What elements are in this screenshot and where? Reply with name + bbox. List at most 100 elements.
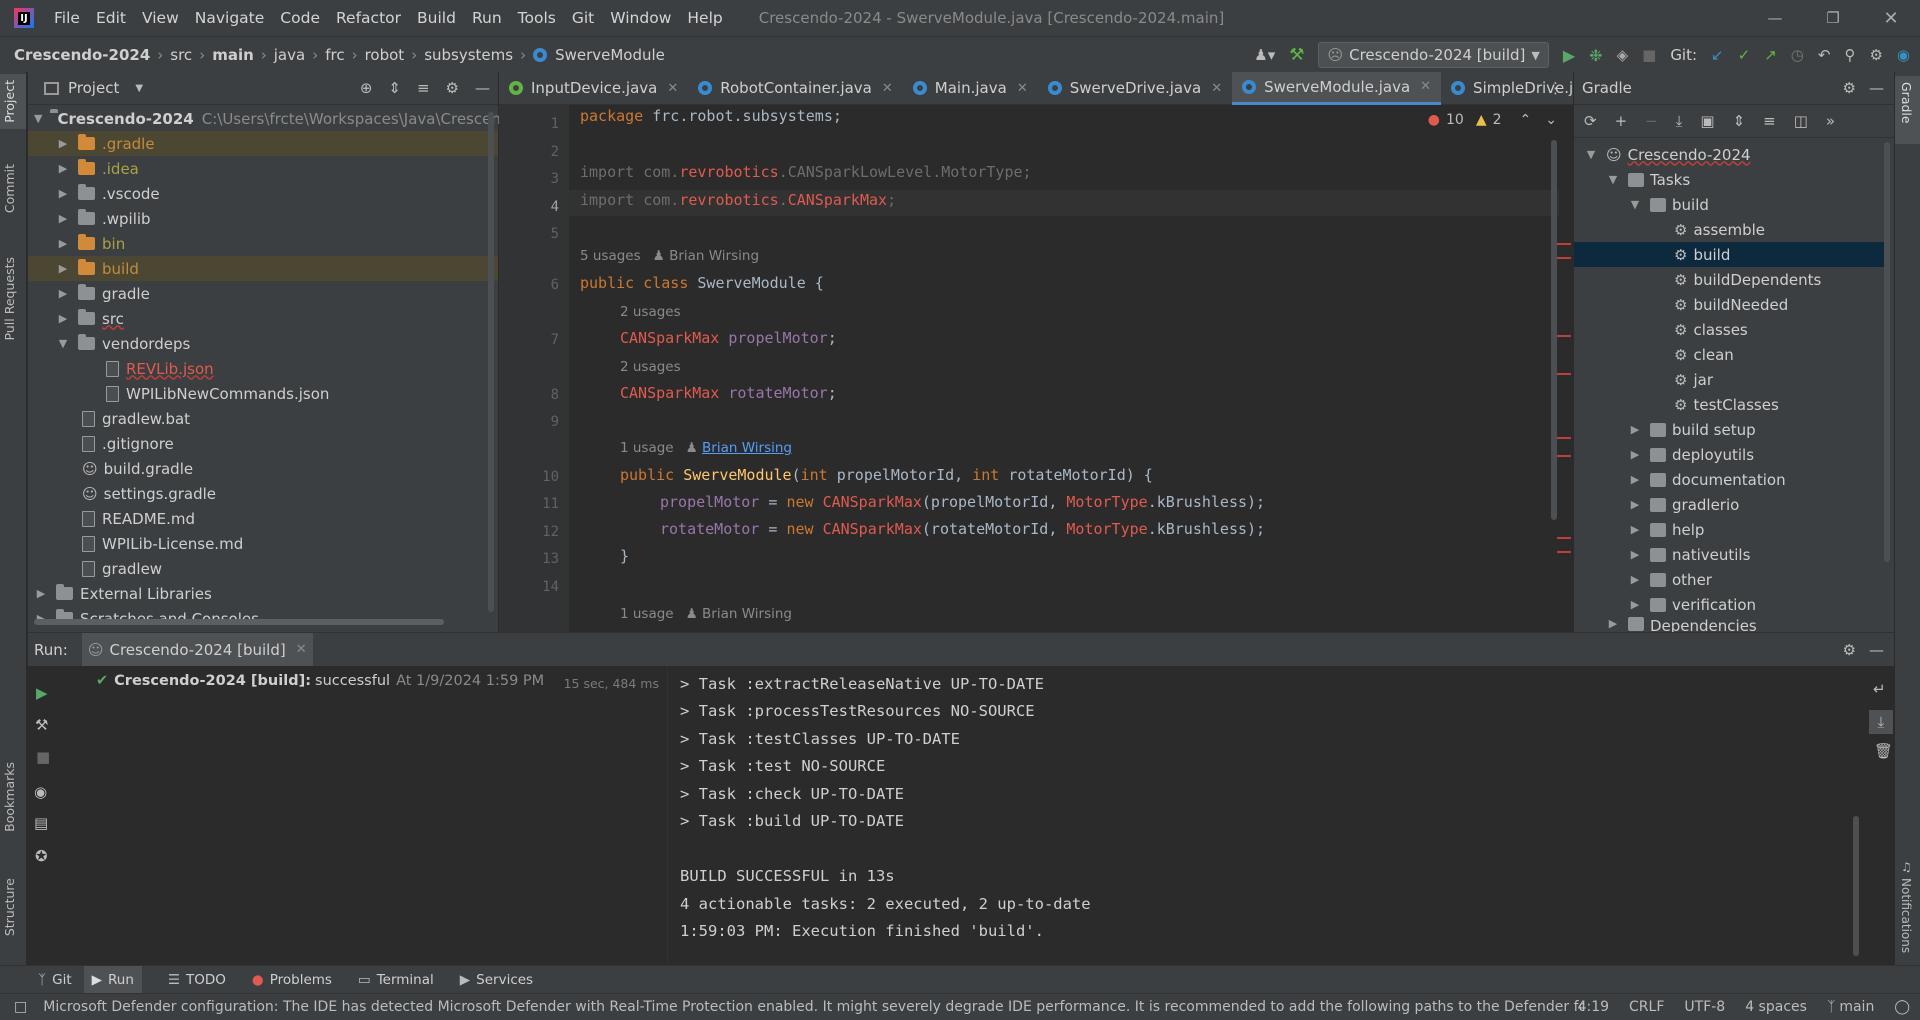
usages-hint[interactable]: 5 usages <box>580 248 641 264</box>
author-hint[interactable]: Brian Wirsing <box>669 248 759 264</box>
close-icon[interactable]: ✕ <box>667 81 678 96</box>
hide-icon[interactable]: — <box>475 79 490 97</box>
tree-item-build-gradle[interactable]: ☺ build.gradle <box>82 456 193 481</box>
project-panel-title[interactable]: Project <box>68 79 119 97</box>
breadcrumb-item[interactable]: main <box>212 46 254 64</box>
minimize-icon[interactable]: — <box>1746 9 1804 27</box>
breadcrumb-item[interactable]: src <box>170 46 192 64</box>
usages-hint[interactable]: 2 usages <box>620 304 681 320</box>
gradle-group-build[interactable]: ▼ build <box>1628 192 1709 217</box>
gradle-task[interactable]: ⚙ assemble <box>1674 217 1765 242</box>
history-icon[interactable]: ◷ <box>1791 46 1804 64</box>
debug-icon[interactable]: ❉ <box>1589 46 1602 65</box>
usages-hint[interactable]: 1 usage <box>620 440 674 456</box>
gradle-group[interactable]: ▶ nativeutils <box>1628 542 1751 567</box>
panel-toggle-icon[interactable]: □ <box>14 999 27 1015</box>
line-separator[interactable]: CRLF <box>1629 999 1664 1015</box>
tree-item-wpilib-commands[interactable]: WPILibNewCommands.json <box>106 381 329 406</box>
tree-item-readme[interactable]: README.md <box>82 506 195 531</box>
close-icon[interactable]: ✕ <box>1017 81 1028 96</box>
collapse-all-icon[interactable]: ≡ <box>417 79 430 97</box>
remove-icon[interactable]: − <box>1645 112 1658 130</box>
stop-icon[interactable]: ■ <box>1642 46 1656 64</box>
gradle-task[interactable]: ⚙ buildNeeded <box>1674 292 1788 317</box>
breadcrumb-item[interactable]: robot <box>365 46 405 64</box>
tree-item-wpilib[interactable]: ▶ .wpilib <box>56 206 151 231</box>
menu-git[interactable]: Git <box>572 9 594 27</box>
menu-navigate[interactable]: Navigate <box>195 9 265 27</box>
user-icon[interactable]: ♟▾ <box>1254 46 1275 64</box>
menu-code[interactable]: Code <box>280 9 320 27</box>
vertical-scrollbar[interactable] <box>488 112 494 612</box>
gradle-group[interactable]: ▶ gradlerio <box>1628 492 1740 517</box>
gradle-scrollbar[interactable] <box>1884 142 1890 562</box>
gradle-task[interactable]: ⚙ clean <box>1674 342 1734 367</box>
usages-hint[interactable]: 1 usage <box>620 606 674 622</box>
trash-icon[interactable]: 🗑 <box>1874 742 1893 760</box>
status-message[interactable]: Microsoft Defender configuration: The ID… <box>43 999 1583 1015</box>
menu-view[interactable]: View <box>142 9 179 27</box>
file-encoding[interactable]: UTF-8 <box>1684 999 1725 1015</box>
chevron-down-icon[interactable]: ⌄ <box>1545 112 1557 128</box>
gradle-task[interactable]: ⚙ buildDependents <box>1674 267 1821 292</box>
git-push-icon[interactable]: ↗ <box>1764 46 1777 64</box>
download-icon[interactable]: ⤓ <box>1676 112 1683 130</box>
add-icon[interactable]: + <box>1615 112 1628 130</box>
tab-simple-drive[interactable]: SimpleDrive.ja <box>1441 72 1592 105</box>
inspection-widget[interactable]: ● 10 ▲ 2 ⌃ ⌄ <box>1428 112 1557 128</box>
close-icon[interactable]: ✕ <box>1420 79 1431 94</box>
menu-build[interactable]: Build <box>417 9 456 27</box>
tree-item-vscode[interactable]: ▶ .vscode <box>56 181 160 206</box>
tool-tab-commit[interactable]: Commit <box>2 164 17 213</box>
git-commit-icon[interactable]: ✓ <box>1738 46 1751 64</box>
settings-icon[interactable]: ◫ <box>1794 112 1808 130</box>
git-branch-widget[interactable]: ᛉ main <box>1827 999 1874 1015</box>
menu-window[interactable]: Window <box>610 9 671 27</box>
breadcrumb-item[interactable]: SwerveModule <box>555 46 665 64</box>
tree-item-idea[interactable]: ▶ .idea <box>56 156 139 181</box>
breadcrumb-item[interactable]: frc <box>325 46 344 64</box>
console-output[interactable]: > Task :extractReleaseNative UP-TO-DATE … <box>668 666 1868 966</box>
collapse-all-icon[interactable]: ≡ <box>1763 112 1776 130</box>
tree-item-vendordeps[interactable]: ▼ vendordeps <box>56 331 190 356</box>
gradle-task[interactable]: ⚙ testClasses <box>1674 392 1779 417</box>
horizontal-scrollbar[interactable] <box>34 619 444 625</box>
menu-run[interactable]: Run <box>472 9 502 27</box>
plugin-icon[interactable]: ◉ <box>1897 46 1910 64</box>
tool-tab-pull-requests[interactable]: Pull Requests <box>2 257 17 340</box>
bottom-tab-run[interactable]: ▶ Run <box>83 966 142 993</box>
tree-item-license[interactable]: WPILib-License.md <box>82 531 243 556</box>
expand-all-icon[interactable]: ⇕ <box>1733 112 1746 130</box>
gradle-group[interactable]: ▶ verification <box>1628 592 1756 617</box>
run-tab[interactable]: ☺ Crescendo-2024 [build] ✕ <box>81 633 313 666</box>
close-icon[interactable]: ✕ <box>1211 81 1222 96</box>
tree-item-settings-gradle[interactable]: ☺ settings.gradle <box>82 481 216 506</box>
rerun-icon[interactable]: ▶ <box>36 684 48 702</box>
author-link[interactable]: Brian Wirsing <box>702 440 792 456</box>
locate-icon[interactable]: ⊕ <box>360 79 373 97</box>
run-icon[interactable]: ▶ <box>1563 46 1575 65</box>
soft-wrap-icon[interactable]: ↵ <box>1873 680 1886 698</box>
gradle-group[interactable]: ▶ deployutils <box>1628 442 1754 467</box>
caret-position[interactable]: 4:19 <box>1578 999 1609 1015</box>
gear-icon[interactable]: ⚙ <box>1869 46 1882 64</box>
bottom-tab-services[interactable]: ▶ Services <box>460 972 533 988</box>
tool-tab-structure[interactable]: Structure <box>2 878 17 936</box>
bottom-tab-terminal[interactable]: ▭ Terminal <box>358 972 434 988</box>
coverage-icon[interactable]: ◈ <box>1617 46 1629 64</box>
close-icon[interactable]: ✕ <box>296 642 307 657</box>
more-icon[interactable]: ⋮ <box>1548 79 1563 97</box>
usages-hint[interactable]: 2 usages <box>620 359 681 375</box>
indent-setting[interactable]: 4 spaces <box>1745 999 1807 1015</box>
menu-tools[interactable]: Tools <box>518 9 556 27</box>
gradle-group[interactable]: ▶ other <box>1628 567 1712 592</box>
eye-icon[interactable]: ◉ <box>34 783 47 801</box>
tool-tab-notifications[interactable]: Notifications <box>1899 878 1913 953</box>
tab-input-device[interactable]: InputDevice.java ✕ <box>499 72 688 105</box>
console-scrollbar[interactable] <box>1853 816 1859 956</box>
hide-icon[interactable]: — <box>1869 641 1884 659</box>
hammer-icon[interactable]: ⚒ <box>1289 45 1304 65</box>
wrench-icon[interactable]: ⚒ <box>35 716 48 734</box>
tree-item-gradle[interactable]: ▶ gradle <box>56 281 150 306</box>
build-result-row[interactable]: ✔ Crescendo-2024 [build]: successful At … <box>96 673 544 689</box>
